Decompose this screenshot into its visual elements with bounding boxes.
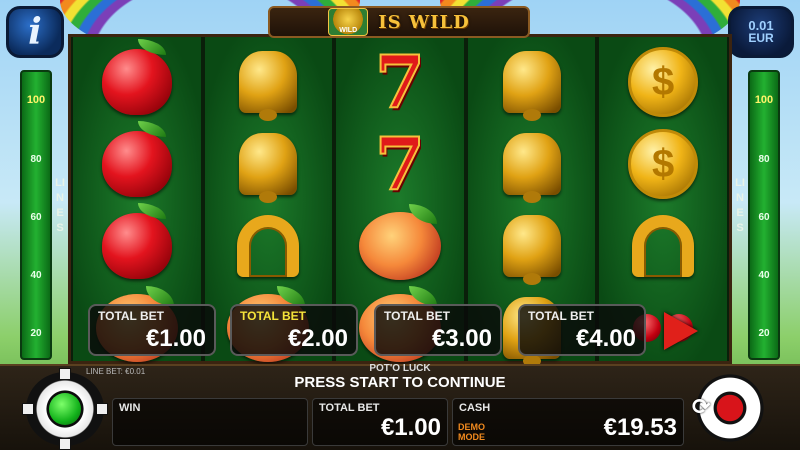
total-bet-option-2[interactable]: TOTAL BET €2.00 (230, 304, 358, 356)
horseshoe-icon (632, 215, 695, 277)
total-bet-option-amount: €3.00 (431, 325, 492, 352)
reel-cell (468, 41, 596, 123)
lines-label-right: LINES (735, 177, 745, 234)
lines-meter-right: 100 80 60 40 20 (748, 70, 780, 360)
bell-icon (502, 133, 561, 203)
info-icon: i (28, 11, 42, 53)
apple-icon (101, 203, 172, 279)
apple-icon (101, 121, 172, 197)
win-panel: WIN (112, 398, 308, 446)
reel-cell (468, 205, 596, 287)
lines-tick: 40 (758, 270, 770, 281)
reel-cell (336, 204, 464, 287)
lines-tick: 80 (30, 154, 42, 165)
reel-cell (599, 205, 727, 287)
total-bet-option-amount: €1.00 (145, 325, 206, 352)
play-icon[interactable] (664, 312, 698, 350)
gear-tooth (22, 403, 34, 415)
win-label: WIN (119, 402, 141, 414)
reel-cell: $ (599, 123, 727, 205)
seven-icon: 7 (374, 39, 426, 124)
total-bet-label: TOTAL BET (319, 402, 380, 414)
gear-tooth (96, 403, 108, 415)
settings-button[interactable] (22, 368, 108, 450)
demo-mode-line: MODE (458, 432, 485, 442)
total-bet-option-amount: €2.00 (287, 325, 348, 352)
denomination-badge[interactable]: 0.01 EUR (728, 6, 794, 58)
peach-icon (358, 204, 441, 280)
lines-tick: 40 (30, 270, 42, 281)
total-bet-option-amount: €4.00 (575, 325, 636, 352)
total-bet-option-label: TOTAL BET (384, 309, 450, 323)
total-bet-option-label: TOTAL BET (98, 309, 164, 323)
banner-text: IS WILD (378, 11, 470, 33)
pot-wild-label: WILD (339, 27, 358, 34)
coin-icon: $ (628, 47, 699, 117)
reel-cell: $ (599, 41, 727, 123)
wild-banner: WILD IS WILD (268, 6, 530, 38)
status-message: PRESS START TO CONTINUE (294, 374, 506, 391)
demo-mode-badge: DEMO MODE (458, 422, 485, 442)
reel-cell (205, 41, 333, 123)
game-name: POT'O LUCK (369, 363, 431, 374)
coin-icon: $ (628, 129, 699, 199)
info-button[interactable]: i (6, 6, 64, 58)
cash-value: €19.53 (603, 414, 677, 441)
reel-cell (205, 205, 333, 287)
autoplay-icon: ⟳ (692, 394, 711, 419)
autoplay-button[interactable]: ⟳ (690, 372, 770, 444)
apple-icon (101, 39, 172, 115)
lines-tick: 20 (30, 328, 42, 339)
total-bet-panel: TOTAL BET €1.00 (312, 398, 448, 446)
reel-cell (73, 203, 201, 287)
bell-icon (239, 133, 298, 203)
seven-icon: 7 (374, 121, 426, 206)
lines-tick: 100 (26, 94, 46, 106)
lines-label-left: LINES (55, 177, 65, 234)
total-bet-option-4[interactable]: TOTAL BET €4.00 (518, 304, 646, 356)
cash-panel: CASH €19.53 (452, 398, 684, 446)
bell-icon (239, 51, 298, 121)
lines-tick: 60 (758, 212, 770, 223)
total-bet-option-3[interactable]: TOTAL BET €3.00 (374, 304, 502, 356)
lines-tick: 60 (30, 212, 42, 223)
cash-label: CASH (459, 402, 491, 414)
reel-cell (205, 123, 333, 205)
reel-cell (73, 121, 201, 205)
total-bet-option-label: TOTAL BET (240, 309, 306, 323)
reel-cell (73, 39, 201, 123)
reel-cell: 7 (336, 41, 464, 123)
reel-cell (468, 123, 596, 205)
total-bet-value: €1.00 (380, 414, 441, 441)
lines-tick: 20 (758, 328, 770, 339)
gear-icon (49, 393, 81, 425)
gear-tooth (59, 438, 71, 450)
pot-of-gold-icon: WILD (328, 8, 369, 36)
reel-cell: 7 (336, 123, 464, 205)
gear-tooth (59, 368, 71, 380)
total-bet-option-label: TOTAL BET (528, 309, 594, 323)
horseshoe-icon (237, 215, 300, 277)
lines-meter-left: 100 80 60 40 20 (20, 70, 52, 360)
bell-icon (502, 51, 561, 121)
lines-tick: 100 (754, 94, 774, 106)
total-bet-option-1[interactable]: TOTAL BET €1.00 (88, 304, 216, 356)
lines-tick: 80 (758, 154, 770, 165)
bell-icon (502, 215, 561, 285)
demo-mode-line: DEMO (458, 422, 485, 432)
denomination-currency: EUR (748, 31, 774, 45)
